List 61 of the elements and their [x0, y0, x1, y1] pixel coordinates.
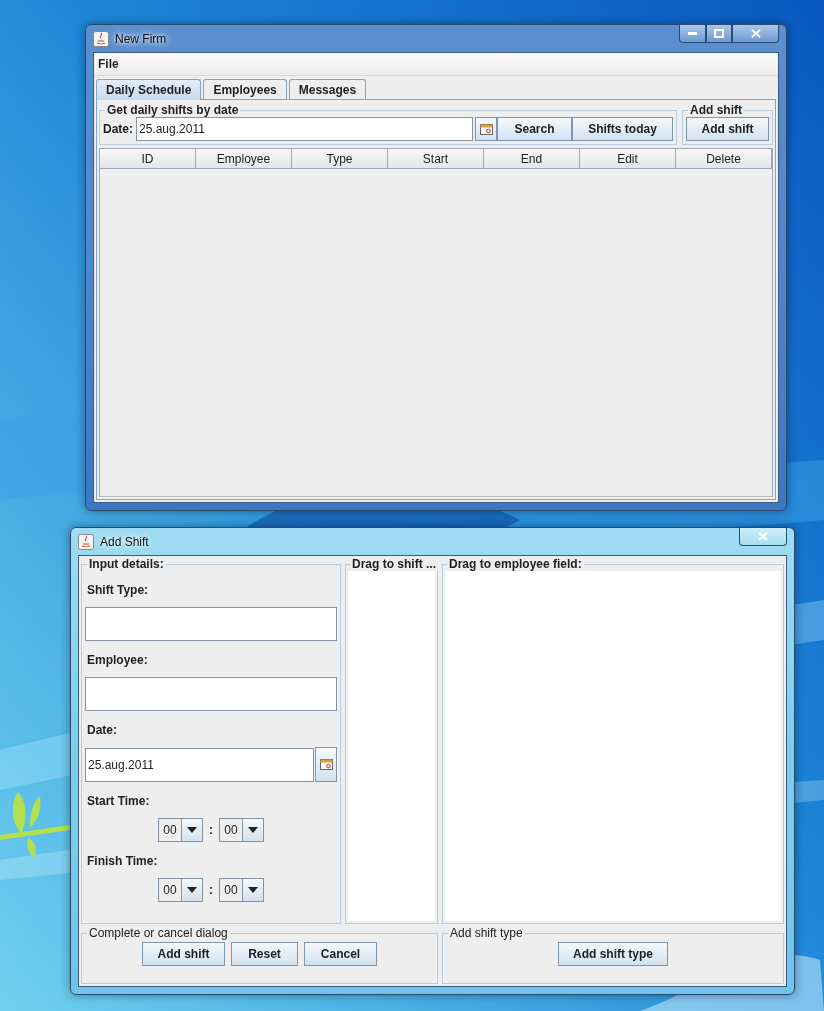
close-button[interactable] [732, 25, 779, 43]
tab[interactable]: Employees [203, 79, 287, 99]
action-button[interactable]: Shifts today [572, 117, 673, 141]
group-title: Complete or cancel dialog [88, 926, 229, 940]
add-shift-button[interactable]: Add shift [686, 117, 769, 141]
add-shift-type-button[interactable]: Add shift type [558, 942, 668, 966]
window-title: Add Shift [100, 534, 149, 549]
date-field[interactable]: 25.aug.2011 [85, 747, 314, 782]
dialog-button[interactable]: Cancel [304, 942, 377, 966]
field-label: Employee: [87, 653, 149, 667]
calendar-button[interactable] [475, 117, 497, 141]
calendar-button[interactable] [315, 747, 337, 782]
tab[interactable]: Daily Schedule [96, 79, 202, 100]
time-separator: : [209, 823, 213, 837]
close-icon [750, 29, 761, 38]
close-button[interactable] [739, 528, 787, 546]
group-title: Add shift type [449, 926, 524, 940]
calendar-icon [479, 123, 493, 135]
column-header[interactable]: ID [100, 149, 196, 169]
hour-dropdown[interactable]: 00 [158, 878, 203, 902]
group-title: Input details: [88, 557, 165, 571]
hour-dropdown[interactable]: 00 [158, 818, 203, 842]
column-header[interactable]: End [484, 149, 580, 169]
dropdown-arrow-icon [248, 887, 258, 893]
app-icon [93, 30, 109, 47]
dropdown-arrow-icon [187, 827, 197, 833]
column-header[interactable]: Edit [580, 149, 676, 169]
action-button[interactable]: Search [497, 117, 572, 141]
column-header[interactable]: Start [388, 149, 484, 169]
column-header[interactable]: Delete [676, 149, 772, 169]
group-title: Drag to employee field: [448, 557, 583, 571]
time-separator: : [209, 883, 213, 897]
field-label: Start Time: [87, 794, 151, 808]
field-label: Finish Time: [87, 854, 159, 868]
group-title: Add shift [689, 103, 743, 117]
field-label: Shift Type: [87, 583, 150, 597]
dialog-button[interactable]: Add shift [142, 942, 225, 966]
minute-dropdown[interactable]: 00 [219, 878, 264, 902]
close-icon [758, 532, 768, 541]
input-field[interactable] [85, 607, 337, 641]
group-title: Get daily shifts by date [106, 103, 240, 117]
window-title: New Firm [115, 31, 167, 46]
dialog-button[interactable]: Reset [231, 942, 298, 966]
app-icon [78, 533, 94, 550]
group-title: Drag to shift ... [351, 557, 437, 571]
date-field[interactable]: 25.aug.2011 [136, 117, 473, 141]
menu-item[interactable]: File [98, 57, 119, 71]
field-label: Date: [103, 122, 133, 136]
minimize-icon [688, 32, 697, 35]
minimize-button[interactable] [679, 25, 706, 43]
dropdown-arrow-icon [187, 887, 197, 893]
field-label: Date: [87, 723, 118, 737]
calendar-icon [319, 759, 333, 770]
maximize-icon [714, 29, 724, 38]
dropdown-arrow-icon [248, 827, 258, 833]
tab[interactable]: Messages [288, 79, 367, 99]
minute-dropdown[interactable]: 00 [219, 818, 264, 842]
input-field[interactable] [85, 677, 337, 711]
column-header[interactable]: Type [292, 149, 388, 169]
column-header[interactable]: Employee [196, 149, 292, 169]
maximize-button[interactable] [706, 25, 732, 43]
